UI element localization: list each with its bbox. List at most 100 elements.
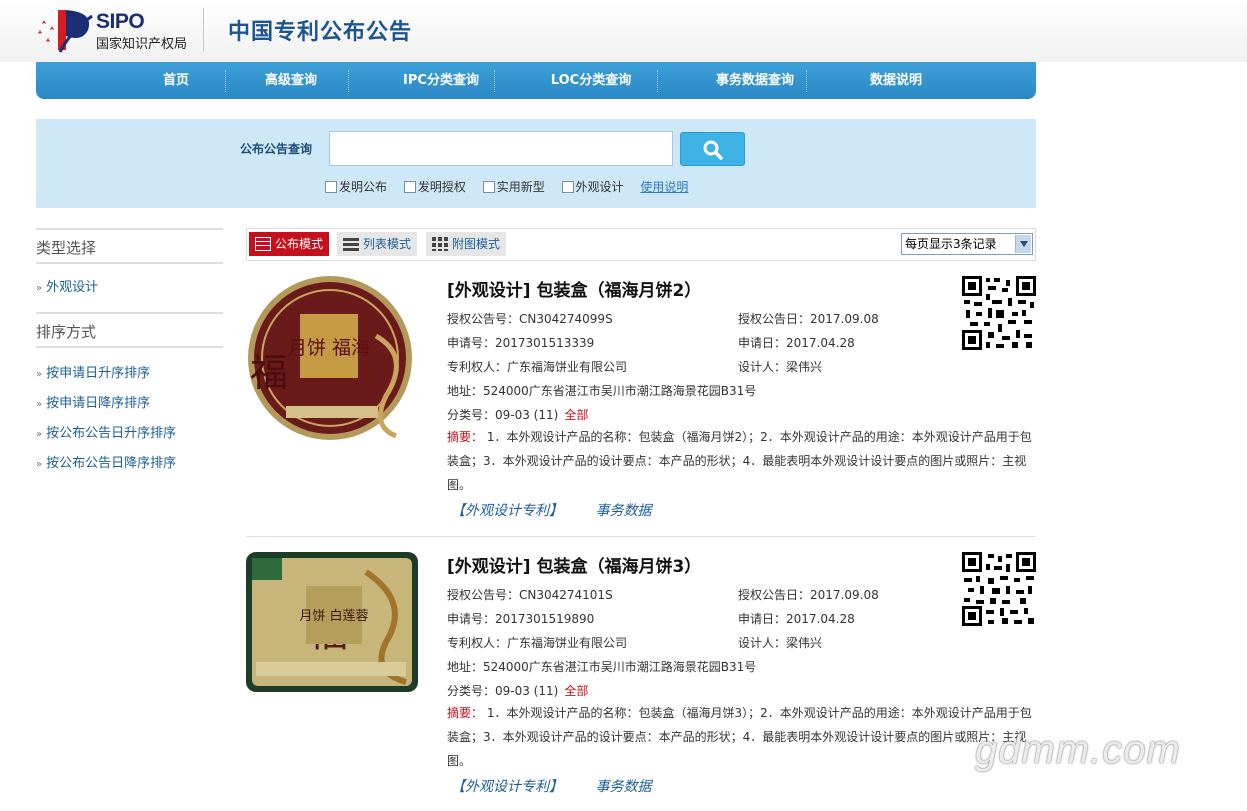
nav-transaction-search[interactable]: 事务数据查询 xyxy=(690,62,820,99)
record-links: 【外观设计专利】 事务数据 xyxy=(451,500,679,520)
chevron-down-icon[interactable] xyxy=(1015,235,1031,253)
site-title: 中国专利公布公告 xyxy=(228,20,413,45)
nav-advanced-search[interactable]: 高级查询 xyxy=(241,62,341,99)
sort-app-date-desc[interactable]: » 按申请日降序排序 xyxy=(36,389,223,419)
record-item: 月饼 福海 福 [外观设计] 包装盒（福海月饼2） 授权公告号：CN304274… xyxy=(246,276,1036,526)
mode-label: 公布模式 xyxy=(275,237,324,251)
search-label: 公布公告查询 xyxy=(240,142,313,156)
grant-date: 授权公告日：2017.09.08 xyxy=(738,588,879,602)
record-item: 福 月饼 白莲蓉 [外观设计] 包装盒（福海月饼3） 授权公告号：CN30427… xyxy=(246,552,1036,802)
nav-separator xyxy=(348,70,349,92)
classification-value: 分类号：09-03 (11) xyxy=(447,408,559,422)
filter-utility-model[interactable]: 实用新型 xyxy=(482,178,545,195)
application-date: 申请日：2017.04.28 xyxy=(738,612,855,626)
checkbox[interactable] xyxy=(325,181,337,193)
per-page-select[interactable]: 每页显示3条记录 xyxy=(901,233,1033,255)
search-input[interactable] xyxy=(329,131,673,166)
filter-invention-publication[interactable]: 发明公布 xyxy=(325,178,387,195)
sidebar-item-label: 按申请日降序排序 xyxy=(46,396,151,411)
address: 地址：524000广东省湛江市吴川市潮江路海景花园B31号 xyxy=(447,660,757,674)
record-title[interactable]: [外观设计] 包装盒（福海月饼2） xyxy=(447,276,701,301)
address: 地址：524000广东省湛江市吴川市潮江路海景花园B31号 xyxy=(447,384,757,398)
transaction-data-link[interactable]: 事务数据 xyxy=(595,503,651,519)
svg-text:福: 福 xyxy=(250,351,288,395)
filter-label: 外观设计 xyxy=(575,180,624,194)
qr-code-icon xyxy=(962,552,1036,626)
checkbox[interactable] xyxy=(403,181,416,193)
chevron-right-icon: » xyxy=(36,369,43,380)
record-divider xyxy=(246,536,1036,537)
filter-label: 发明授权 xyxy=(417,180,466,194)
sipo-logo[interactable]: SIPO 国家知识产权局 xyxy=(36,6,206,54)
sort-pub-date-asc[interactable]: » 按公布公告日升序排序 xyxy=(36,419,223,449)
chevron-right-icon: » xyxy=(36,429,43,440)
sidebar-item-design[interactable]: » 外观设计 xyxy=(36,273,223,303)
abstract: 摘要： 1．本外观设计产品的名称：包装盒（福海月饼3）；2．本外观设计产品的用途… xyxy=(447,701,1037,773)
application-date: 申请日：2017.04.28 xyxy=(738,336,855,350)
qr-code-icon xyxy=(962,276,1036,350)
mode-publication[interactable]: 公布模式 xyxy=(249,232,330,256)
transaction-data-link[interactable]: 事务数据 xyxy=(595,779,651,795)
all-classes-link[interactable]: 全部 xyxy=(564,408,588,422)
classification-value: 分类号：09-03 (11) xyxy=(447,684,559,698)
all-classes-link[interactable]: 全部 xyxy=(564,684,588,698)
product-image[interactable]: 月饼 福海 福 xyxy=(246,276,418,441)
page-header: SIPO 国家知识产权局 中国专利公布公告 xyxy=(0,0,1247,62)
logo-text: SIPO xyxy=(96,10,145,33)
search-button[interactable] xyxy=(680,132,745,166)
sidebar-item-label: 外观设计 xyxy=(46,280,99,295)
classification: 分类号：09-03 (11) 全部 xyxy=(447,682,588,699)
application-number: 申请号：2017301513339 xyxy=(447,336,595,350)
checkbox[interactable] xyxy=(561,181,574,193)
nav-separator xyxy=(657,70,658,92)
sort-pub-date-desc[interactable]: » 按公布公告日降序排序 xyxy=(36,449,223,479)
application-number: 申请号：2017301519890 xyxy=(447,612,595,626)
chevron-right-icon: » xyxy=(36,283,43,294)
usage-link[interactable]: 使用说明 xyxy=(640,180,688,194)
design-patent-link[interactable]: 【外观设计专利】 xyxy=(451,779,563,795)
designer: 设计人：梁伟兴 xyxy=(738,636,823,650)
nav-separator xyxy=(494,70,495,92)
abstract-text: 1．本外观设计产品的名称：包装盒（福海月饼2）；2．本外观设计产品的用途：本外观… xyxy=(447,430,1032,492)
sidebar-item-label: 按公布公告日升序排序 xyxy=(46,426,177,441)
search-icon xyxy=(703,140,723,160)
mode-figure[interactable]: 附图模式 xyxy=(426,232,507,256)
image-label: 月饼 白莲蓉 xyxy=(299,608,368,624)
sort-app-date-asc[interactable]: » 按申请日升序排序 xyxy=(36,359,223,389)
mode-list[interactable]: 列表模式 xyxy=(337,232,418,256)
mode-label: 附图模式 xyxy=(452,237,501,251)
nav-ipc-search[interactable]: IPC分类查询 xyxy=(376,62,506,99)
patent-owner: 专利权人：广东福海饼业有限公司 xyxy=(447,360,628,374)
nav-data-description[interactable]: 数据说明 xyxy=(836,62,956,99)
sipo-emblem-icon xyxy=(38,10,93,53)
filter-label: 实用新型 xyxy=(496,180,545,194)
watermark: gdmm.com xyxy=(975,728,1181,772)
grant-date: 授权公告日：2017.09.08 xyxy=(738,312,879,326)
type-heading: 类型选择 xyxy=(36,228,223,264)
sidebar-item-label: 按公布公告日降序排序 xyxy=(46,456,177,471)
main-nav: 首页 高级查询 IPC分类查询 LOC分类查询 事务数据查询 数据说明 xyxy=(36,62,1036,99)
grant-number: 授权公告号：CN304274101S xyxy=(447,588,613,602)
sidebar: 类型选择 » 外观设计 排序方式 » 按申请日升序排序 » 按申请日降序排序 » 按公布… xyxy=(36,228,223,479)
abstract-label: 摘要： xyxy=(447,706,484,720)
filter-invention-grant[interactable]: 发明授权 xyxy=(403,178,466,195)
logo-divider xyxy=(203,8,204,52)
filter-label: 发明公布 xyxy=(339,180,388,194)
product-image[interactable]: 福 月饼 白莲蓉 xyxy=(246,552,418,692)
chevron-right-icon: » xyxy=(36,399,43,410)
type-filters: 发明公布 发明授权 实用新型 外观设计 使用说明 xyxy=(325,178,688,195)
record-title[interactable]: [外观设计] 包装盒（福海月饼3） xyxy=(447,552,701,577)
filter-design[interactable]: 外观设计 xyxy=(561,178,624,195)
design-patent-link[interactable]: 【外观设计专利】 xyxy=(451,503,563,519)
record-links: 【外观设计专利】 事务数据 xyxy=(451,776,679,796)
list-icon xyxy=(343,238,359,251)
grid-icon xyxy=(432,237,448,251)
chevron-right-icon: » xyxy=(36,459,43,470)
nav-separator xyxy=(806,70,807,92)
nav-home[interactable]: 首页 xyxy=(131,62,221,99)
abstract-text: 1．本外观设计产品的名称：包装盒（福海月饼3）；2．本外观设计产品的用途：本外观… xyxy=(447,706,1032,768)
nav-loc-search[interactable]: LOC分类查询 xyxy=(526,62,656,99)
checkbox[interactable] xyxy=(482,181,495,193)
grant-number: 授权公告号：CN304274099S xyxy=(447,312,613,326)
result-toolbar: 公布模式 列表模式 附图模式 每页显示3条记录 xyxy=(246,228,1036,261)
